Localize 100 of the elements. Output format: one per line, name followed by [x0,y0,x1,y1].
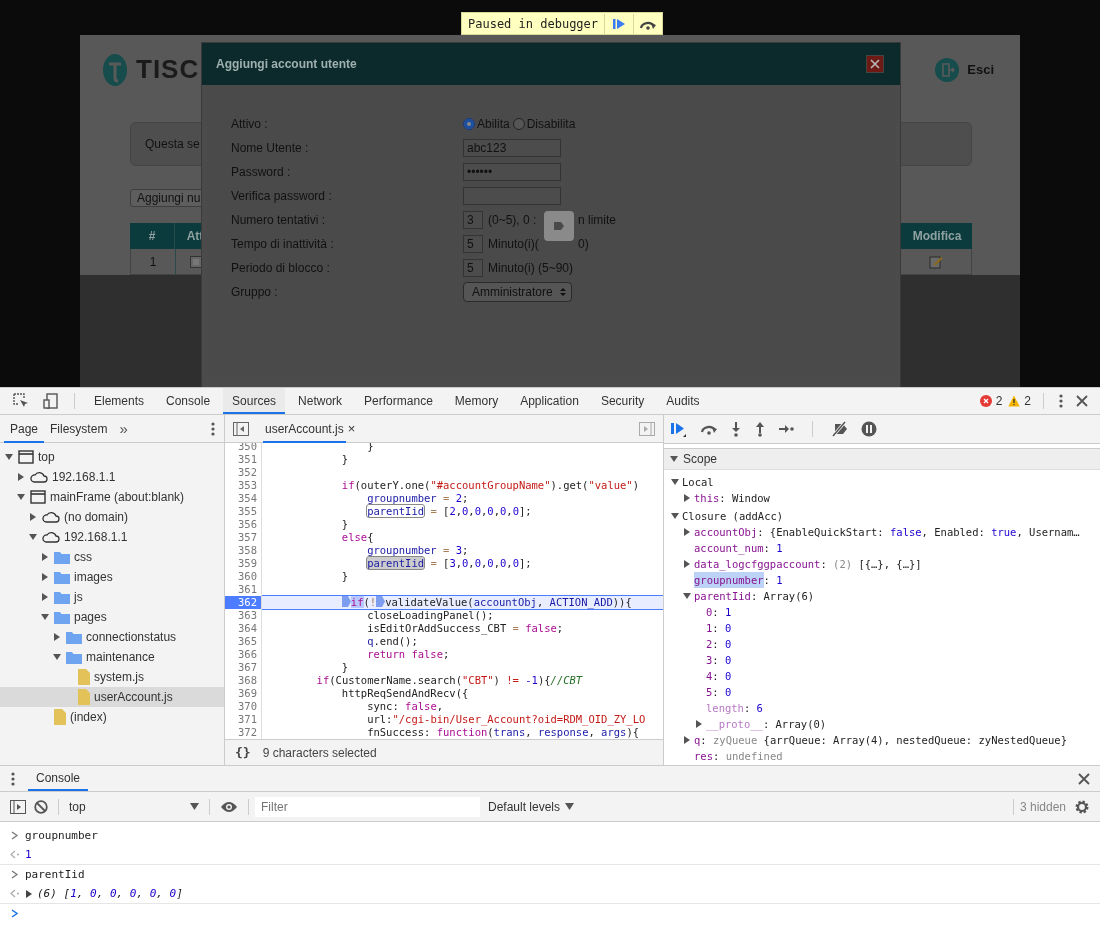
warning-icon[interactable] [1008,395,1021,407]
expand-arrow-icon[interactable] [683,494,691,502]
panel-tab[interactable]: Sources [223,388,286,414]
clear-console-icon[interactable] [34,799,48,814]
tree-item[interactable]: mainFrame (about:blank) [0,487,224,507]
step-icon[interactable] [778,423,794,435]
tree-item[interactable]: connectionstatus [0,627,224,647]
property-value: : 1 [763,541,783,556]
input-field[interactable] [463,187,561,205]
close-icon[interactable] [1076,395,1088,407]
tree-item[interactable]: maintenance [0,647,224,667]
expand-arrow-icon[interactable] [17,493,25,501]
expand-arrow-icon[interactable] [29,533,37,541]
eye-icon[interactable] [220,800,238,813]
expand-arrow-icon[interactable] [683,592,691,600]
panel-tab[interactable]: Network [289,388,352,414]
expand-arrow-icon[interactable] [670,478,680,486]
expand-arrow-icon[interactable] [29,513,37,521]
tree-item[interactable]: 192.168.1.1 [0,467,224,487]
expand-arrow-icon[interactable] [670,512,680,520]
error-icon[interactable] [979,395,992,407]
tree-item[interactable]: (no domain) [0,507,224,527]
step-into-icon[interactable] [730,421,742,437]
line-number[interactable]: 363 [225,609,262,622]
pause-exceptions-icon[interactable] [861,421,877,437]
panel-tab[interactable]: Console [157,388,220,414]
context-select[interactable]: top [65,799,203,814]
property-name: groupnumber [694,572,764,588]
expand-arrow-icon[interactable] [41,613,49,621]
expand-arrow-icon[interactable] [53,633,61,641]
property-value: : 6 [743,701,763,716]
code-line: if(CustomerName.search("CBT") != -1){//CBT [315,674,583,687]
tree-item[interactable]: pages [0,607,224,627]
expand-arrow-icon[interactable] [683,560,691,568]
scope-header[interactable]: Scope [664,448,1100,470]
settings-icon[interactable] [1074,798,1090,815]
pretty-print-button[interactable]: {} [235,745,251,760]
close-icon[interactable] [866,55,884,73]
file-tab[interactable]: userAccount.js [263,414,346,443]
expand-arrow-icon[interactable] [25,889,33,898]
panel-tab[interactable]: Security [591,388,654,414]
tree-item[interactable]: system.js [0,667,224,687]
tree-item[interactable]: css [0,547,224,567]
tree-item[interactable]: top [0,447,224,467]
logo-icon [102,52,128,87]
close-icon[interactable] [1078,772,1090,785]
more-icon[interactable] [210,420,216,437]
more-tabs-button[interactable]: » [113,414,134,443]
more-icon[interactable] [1058,393,1064,409]
tree-item[interactable]: js [0,587,224,607]
radio-label: Abilita [477,117,510,131]
warning-count: 2 [1024,394,1031,408]
panel-tab[interactable]: Application [511,388,588,414]
scope-section[interactable]: Local [682,474,714,490]
expand-arrow-icon[interactable] [670,455,678,463]
navigator-tab[interactable]: Page [4,414,45,443]
panel-tab[interactable]: Memory [445,388,508,414]
toggle-navigator-icon[interactable] [233,421,249,436]
prompt-chevron-icon[interactable] [9,909,21,918]
expand-arrow-icon[interactable] [17,473,25,481]
tree-item[interactable]: userAccount.js [0,687,224,707]
expand-arrow-icon[interactable] [41,573,49,581]
sidebar-toggle-icon[interactable] [10,799,26,814]
tree-item[interactable]: (index) [0,707,224,727]
cloud-icon [42,511,60,523]
toggle-debugger-icon[interactable] [639,421,655,436]
more-icon[interactable] [10,770,16,787]
console-command: parentIid [25,868,85,881]
levels-dropdown[interactable]: Default levels [488,799,575,814]
expand-arrow-icon[interactable] [695,720,703,728]
panel-tab[interactable]: Audits [657,388,709,414]
radio-button[interactable] [463,118,475,130]
breakpoint-marker-icon[interactable] [341,596,351,607]
drawer-tab[interactable]: Console [28,766,89,791]
expand-arrow-icon[interactable] [683,736,691,744]
field-label: Numero tentativi : [231,213,327,227]
expand-arrow-icon[interactable] [41,553,49,561]
line-number[interactable]: 361 [225,583,262,596]
resume-icon[interactable] [670,421,688,437]
expand-arrow-icon[interactable] [41,593,49,601]
caret-icon [190,803,199,810]
checkbox[interactable] [190,255,202,268]
code-line: } [340,453,349,466]
expand-arrow-icon[interactable] [5,453,13,461]
step-out-icon[interactable] [754,421,766,437]
expand-arrow-icon[interactable] [683,528,691,536]
scope-section[interactable]: Closure (addAcc) [682,508,784,524]
line-number[interactable]: 362 [225,596,262,609]
expand-arrow-icon[interactable] [53,653,61,661]
device-icon[interactable] [42,392,60,410]
filter-field[interactable]: Filter [255,796,480,817]
deactivate-breakpoints-icon[interactable] [831,421,849,437]
tree-item[interactable]: images [0,567,224,587]
tree-item[interactable]: 192.168.1.1 [0,527,224,547]
navigator-tab[interactable]: Filesystem [44,414,114,443]
radio-button[interactable] [512,118,525,130]
panel-tab[interactable]: Performance [355,388,442,414]
close-tab-button[interactable]: × [347,421,356,436]
breakpoint-marker-icon[interactable] [376,596,386,607]
panel-tab[interactable]: Elements [85,388,154,414]
